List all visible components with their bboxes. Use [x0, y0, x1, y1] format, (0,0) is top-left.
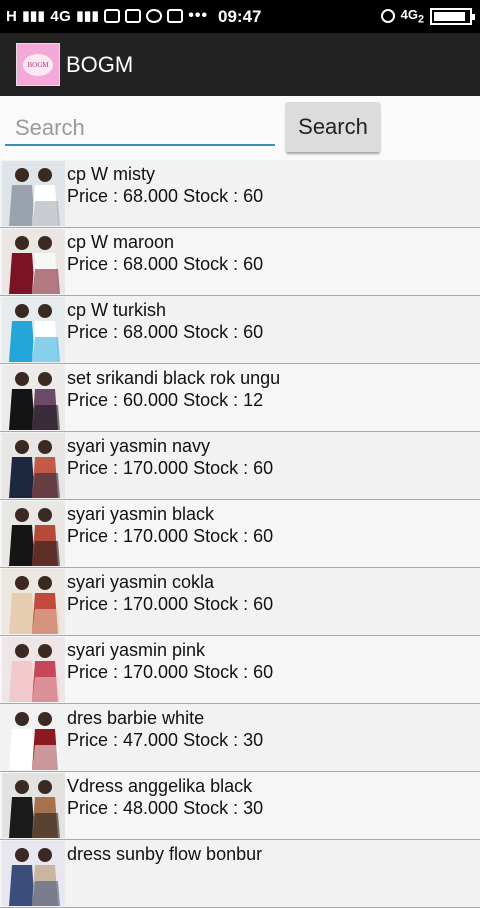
- product-name: dress sunby flow bonbur: [67, 844, 263, 864]
- product-list[interactable]: cp W misty Price : 68.000 Stock : 60 cp W …: [0, 160, 480, 908]
- list-item[interactable]: cp W maroon Price : 68.000 Stock : 60: [0, 228, 480, 296]
- alarm-icon: [380, 9, 395, 24]
- signal-bars-icon: ▮▮▮: [22, 8, 46, 23]
- product-name: syari yasmin navy: [67, 436, 211, 456]
- product-name: syari yasmin pink: [67, 640, 206, 660]
- product-price-stock: Price : 68.000 Stock : 60: [67, 254, 264, 274]
- product-thumbnail: [2, 569, 65, 634]
- product-thumbnail: [2, 229, 65, 294]
- product-price-stock: Price : 170.000 Stock : 60: [67, 662, 274, 682]
- app-logo: BOGM: [16, 43, 60, 86]
- product-thumbnail: [2, 433, 65, 498]
- list-item[interactable]: cp W turkish Price : 68.000 Stock : 60: [0, 296, 480, 364]
- product-name: cp W misty: [67, 164, 155, 184]
- list-item[interactable]: syari yasmin cokla Price : 170.000 Stock …: [0, 568, 480, 636]
- search-bar: Search: [0, 96, 480, 160]
- app-logo-text: BOGM: [23, 53, 53, 76]
- app-title: BOGM: [66, 52, 134, 77]
- list-item[interactable]: syari yasmin pink Price : 170.000 Stock :…: [0, 636, 480, 704]
- product-price-stock: Price : 48.000 Stock : 30: [67, 798, 264, 818]
- product-name: Vdress anggelika black: [67, 776, 253, 796]
- product-name: cp W turkish: [67, 300, 167, 320]
- product-price-stock: Price : 68.000 Stock : 60: [67, 186, 264, 206]
- product-thumbnail: [2, 841, 65, 906]
- list-item[interactable]: dress sunby flow bonbur: [0, 840, 480, 908]
- network-h-indicator: H: [6, 7, 18, 25]
- status-left-group: H ▮▮▮ 4G ▮▮▮ •••: [6, 7, 208, 25]
- mail-icon: [167, 9, 184, 23]
- product-price-stock: Price : 68.000 Stock : 60: [67, 322, 264, 342]
- list-item[interactable]: dres barbie white Price : 47.000 Stock : …: [0, 704, 480, 772]
- product-name: syari yasmin black: [67, 504, 215, 524]
- product-thumbnail: [2, 773, 65, 838]
- product-thumbnail: [2, 297, 65, 362]
- list-item[interactable]: syari yasmin navy Price : 170.000 Stock :…: [0, 432, 480, 500]
- network-4g-indicator: 4G: [50, 7, 72, 25]
- list-item[interactable]: Vdress anggelika black Price : 48.000 Sto…: [0, 772, 480, 840]
- list-item[interactable]: set srikandi black rok ungu Price : 60.00…: [0, 364, 480, 432]
- list-item[interactable]: cp W misty Price : 68.000 Stock : 60: [0, 160, 480, 228]
- search-button[interactable]: Search: [286, 102, 380, 152]
- product-name: cp W maroon: [67, 232, 175, 252]
- product-thumbnail: [2, 161, 65, 226]
- product-name: set srikandi black rok ungu: [67, 368, 281, 388]
- product-price-stock: Price : 47.000 Stock : 30: [67, 730, 264, 750]
- clock: 09:47: [218, 7, 262, 26]
- more-notifications-icon: •••: [188, 7, 209, 24]
- message-icon: [125, 9, 142, 23]
- status-right-group: 4G2: [380, 7, 475, 26]
- product-price-stock: Price : 170.000 Stock : 60: [67, 594, 274, 614]
- product-name: syari yasmin cokla: [67, 572, 215, 592]
- product-thumbnail: [2, 705, 65, 770]
- product-price-stock: Price : 170.000 Stock : 60: [67, 458, 274, 478]
- search-input[interactable]: [5, 112, 275, 146]
- facebook-icon: [104, 9, 121, 23]
- list-item[interactable]: syari yasmin black Price : 170.000 Stock …: [0, 500, 480, 568]
- product-thumbnail: [2, 637, 65, 702]
- product-thumbnail: [2, 501, 65, 566]
- chat-icon: [146, 9, 163, 23]
- battery-level: [434, 11, 465, 21]
- status-bar: H ▮▮▮ 4G ▮▮▮ ••• 09:47 4G2: [0, 0, 480, 33]
- app-bar: BOGM BOGM: [0, 33, 480, 96]
- battery-icon: [430, 7, 475, 25]
- product-price-stock: Price : 170.000 Stock : 60: [67, 526, 274, 546]
- network-4g-right: 4G2: [400, 7, 424, 26]
- product-price-stock: Price : 60.000 Stock : 12: [67, 390, 264, 410]
- product-thumbnail: [2, 365, 65, 430]
- product-name: dres barbie white: [67, 708, 205, 728]
- signal-bars-2-icon: ▮▮▮: [76, 8, 100, 23]
- sim-label: 2: [417, 13, 424, 26]
